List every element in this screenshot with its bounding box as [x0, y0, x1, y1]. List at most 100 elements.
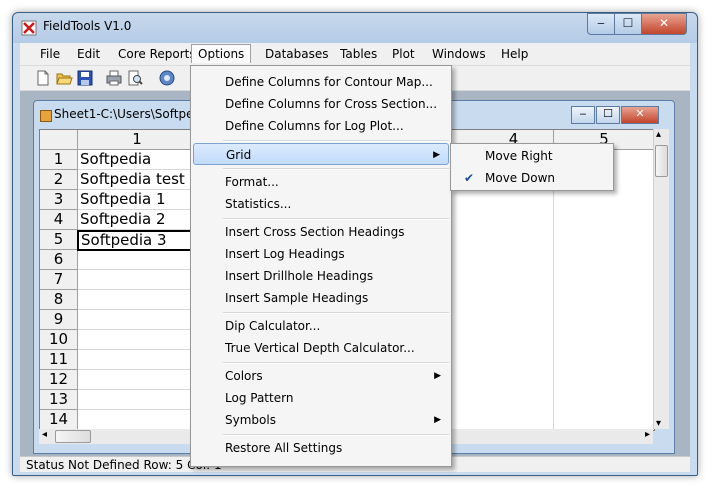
sheet-icon	[40, 110, 52, 122]
grid-cell[interactable]	[78, 390, 198, 410]
menu-item-label: Dip Calculator...	[225, 319, 321, 333]
minimize-button[interactable]: ‒	[587, 13, 615, 35]
grid-cell[interactable]: Softpedia 1	[78, 190, 198, 210]
menu-item-dip-calculator[interactable]: Dip Calculator...	[193, 315, 449, 337]
row-header[interactable]: 8	[40, 290, 78, 310]
row-header[interactable]: 13	[40, 390, 78, 410]
row-header[interactable]: 9	[40, 310, 78, 330]
menu-item-colors[interactable]: Colors ▶	[193, 365, 449, 387]
scroll-down-arrow[interactable]: ▾	[656, 418, 661, 429]
menu-core-reports[interactable]: Core Reports	[112, 45, 202, 63]
menu-item-label: Insert Cross Section Headings	[225, 225, 405, 239]
submenu-item-move-down[interactable]: ✔ Move Down	[453, 167, 611, 189]
grid-cell[interactable]	[78, 250, 198, 270]
menu-item-tvd-calculator[interactable]: True Vertical Depth Calculator...	[193, 337, 449, 359]
settings-icon[interactable]	[158, 69, 176, 87]
row-header[interactable]: 5	[40, 230, 78, 250]
grid-cell[interactable]	[78, 370, 198, 390]
menu-windows[interactable]: Windows	[426, 45, 492, 63]
grid-cell[interactable]	[78, 330, 198, 350]
row-header[interactable]: 3	[40, 190, 78, 210]
submenu-item-label: Move Right	[485, 149, 553, 163]
menu-item-label: Colors	[225, 369, 263, 383]
print-preview-icon[interactable]	[126, 69, 144, 87]
menu-item-insert-log-headings[interactable]: Insert Log Headings	[193, 243, 449, 265]
menu-item-label: Insert Sample Headings	[225, 291, 369, 305]
title-bar[interactable]: FieldTools V1.0 ‒ ☐ ✕	[13, 13, 697, 43]
menu-options[interactable]: Options	[191, 44, 252, 63]
column-header-1[interactable]: 1	[78, 130, 197, 150]
menu-item-define-log-plot-columns[interactable]: Define Columns for Log Plot...	[193, 115, 449, 137]
grid-cell[interactable]	[78, 270, 198, 290]
menu-separator	[223, 362, 449, 364]
menu-item-label: Symbols	[225, 413, 276, 427]
row-header[interactable]: 10	[40, 330, 78, 350]
menu-item-log-pattern[interactable]: Log Pattern	[193, 387, 449, 409]
close-button[interactable]: ✕	[641, 13, 687, 35]
grid-cell[interactable]	[78, 350, 198, 370]
print-icon[interactable]	[105, 69, 123, 87]
selected-grid-cell[interactable]: Softpedia 3	[77, 230, 201, 251]
menu-item-format[interactable]: Format...	[193, 171, 449, 193]
row-header[interactable]: 12	[40, 370, 78, 390]
menu-item-label: Statistics...	[225, 197, 292, 211]
menu-tables[interactable]: Tables	[334, 45, 383, 63]
submenu-arrow-icon: ▶	[433, 150, 440, 160]
grid-cell[interactable]: Softpedia 2	[78, 210, 198, 230]
checkmark-icon: ✔	[463, 171, 475, 185]
grid-cell[interactable]: Softpedia	[78, 150, 198, 170]
vertical-scroll-thumb[interactable]	[655, 145, 668, 177]
row-header[interactable]: 6	[40, 250, 78, 270]
menu-item-restore-all-settings[interactable]: Restore All Settings	[193, 437, 449, 459]
grid-cell[interactable]: Softpedia test	[78, 170, 198, 190]
menu-item-define-cross-section-columns[interactable]: Define Columns for Cross Section...	[193, 93, 449, 115]
row-header[interactable]: 14	[40, 410, 78, 430]
window-title: FieldTools V1.0	[43, 19, 132, 33]
menu-separator	[223, 434, 449, 436]
scroll-left-arrow[interactable]: ◂	[42, 429, 47, 440]
menu-item-label: Log Pattern	[225, 391, 294, 405]
vertical-scrollbar[interactable]: ▴ ▾	[653, 129, 669, 429]
new-icon[interactable]	[34, 69, 52, 87]
row-header[interactable]: 7	[40, 270, 78, 290]
row-header[interactable]: 2	[40, 170, 78, 190]
open-icon[interactable]	[55, 69, 73, 87]
submenu-arrow-icon: ▶	[434, 415, 441, 425]
menu-item-define-contour-columns[interactable]: Define Columns for Contour Map...	[193, 71, 449, 93]
sheet-maximize-button[interactable]: ☐	[596, 106, 620, 124]
sheet-close-button[interactable]: ✕	[621, 106, 659, 124]
grid-cell[interactable]	[78, 310, 198, 330]
menu-item-label: Grid	[226, 148, 252, 162]
menu-item-symbols[interactable]: Symbols ▶	[193, 409, 449, 431]
menu-plot[interactable]: Plot	[386, 45, 421, 63]
scroll-right-arrow[interactable]: ▸	[645, 429, 650, 440]
menu-file[interactable]: File	[34, 45, 66, 63]
grid-line	[553, 150, 554, 430]
menu-item-label: Define Columns for Log Plot...	[225, 119, 404, 133]
menu-item-statistics[interactable]: Statistics...	[193, 193, 449, 215]
submenu-arrow-icon: ▶	[434, 371, 441, 381]
menu-item-insert-drillhole-headings[interactable]: Insert Drillhole Headings	[193, 265, 449, 287]
menu-item-insert-sample-headings[interactable]: Insert Sample Headings	[193, 287, 449, 309]
menu-separator	[223, 140, 449, 142]
row-header[interactable]: 4	[40, 210, 78, 230]
menu-item-label: Insert Drillhole Headings	[225, 269, 374, 283]
menu-edit[interactable]: Edit	[71, 45, 106, 63]
maximize-button[interactable]: ☐	[614, 13, 642, 35]
submenu-item-move-right[interactable]: Move Right	[453, 145, 611, 167]
row-header[interactable]: 11	[40, 350, 78, 370]
menu-item-label: Insert Log Headings	[225, 247, 345, 261]
grid-cell[interactable]	[78, 290, 198, 310]
menu-item-grid[interactable]: Grid ▶	[193, 143, 449, 165]
menu-databases[interactable]: Databases	[259, 45, 335, 63]
options-dropdown-menu: Define Columns for Contour Map... Define…	[190, 65, 452, 467]
row-header[interactable]: 1	[40, 150, 78, 170]
sheet-minimize-button[interactable]: ‒	[571, 106, 595, 124]
menu-help[interactable]: Help	[495, 45, 534, 63]
menu-item-label: Restore All Settings	[225, 441, 343, 455]
scroll-up-arrow[interactable]: ▴	[656, 129, 661, 140]
corner-header[interactable]	[40, 130, 78, 150]
menu-item-insert-cross-section-headings[interactable]: Insert Cross Section Headings	[193, 221, 449, 243]
horizontal-scroll-thumb[interactable]	[55, 430, 91, 443]
save-icon[interactable]	[76, 69, 94, 87]
